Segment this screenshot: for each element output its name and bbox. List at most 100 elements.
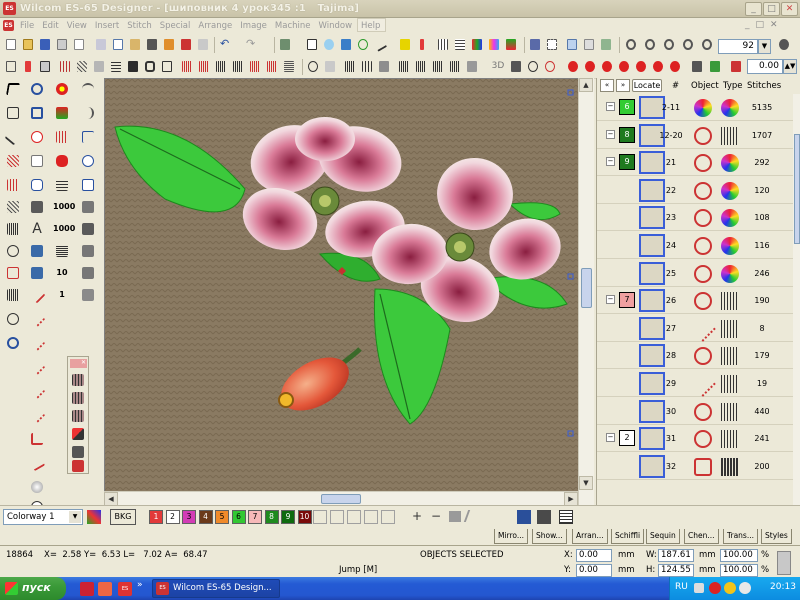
column-header-number[interactable]: # [672, 81, 679, 91]
color-next-icon[interactable] [583, 59, 597, 74]
double-run-icon[interactable] [214, 59, 228, 74]
text-icon[interactable]: A [28, 220, 46, 238]
object-row[interactable]: −8 12-20 1707 [597, 122, 793, 149]
wilcom-app-icon[interactable]: ES [3, 2, 16, 15]
spacing-icon[interactable] [377, 59, 391, 74]
zoom-input[interactable]: 92 [718, 39, 758, 54]
tray-app-icon[interactable] [694, 583, 704, 593]
menu-help[interactable]: Help [357, 18, 387, 32]
grid-settings-icon[interactable] [196, 37, 210, 52]
zoom-dropdown-arrow[interactable]: ▼ [758, 39, 771, 54]
thread-swatch-3[interactable]: 3 [182, 510, 196, 524]
thread-swatch-1[interactable]: 1 [149, 510, 163, 524]
add-color-icon[interactable]: + [412, 509, 422, 523]
float-tool-3-icon[interactable] [69, 407, 87, 425]
lines-icon[interactable] [28, 430, 46, 448]
monogram-icon[interactable] [28, 198, 46, 216]
menu-edit[interactable]: Edit [39, 19, 63, 31]
tab-arrange[interactable]: Arran... [572, 529, 608, 544]
quicklaunch-wilcom-icon[interactable]: ES [118, 582, 132, 596]
artistic-view-icon[interactable] [509, 59, 523, 74]
quicklaunch-flash-icon[interactable] [98, 582, 112, 596]
globe-icon[interactable] [28, 128, 46, 146]
color-sequence-icon[interactable] [559, 510, 573, 524]
trueview-icon[interactable] [526, 59, 540, 74]
expand-icon[interactable]: − [606, 129, 615, 139]
colorway-select[interactable]: Colorway 1 ▼ [3, 509, 83, 525]
group-color-badge[interactable]: 2 [619, 430, 635, 447]
copy-icon[interactable] [111, 37, 125, 52]
mdi-controls[interactable]: _□✕ [745, 20, 795, 30]
run-dots-icon[interactable] [28, 334, 46, 352]
thread-swatch-7[interactable]: 7 [248, 510, 262, 524]
show-hoop-icon[interactable] [582, 37, 596, 52]
stitch-edit-icon[interactable] [4, 176, 22, 194]
thread-swatch-6[interactable]: 6 [231, 510, 246, 524]
group-color-badge[interactable]: 8 [619, 126, 635, 143]
menu-machine[interactable]: Machine [272, 19, 316, 31]
thread-swatch-8[interactable]: 8 [264, 510, 279, 524]
empty-swatch[interactable] [381, 510, 395, 524]
object-row[interactable]: 22 120 [597, 177, 793, 204]
freehand-icon[interactable] [372, 37, 388, 52]
close-button[interactable]: ✕ [781, 2, 798, 16]
menu-window[interactable]: Window [316, 19, 358, 31]
rotate-icon[interactable] [398, 37, 412, 52]
object-row[interactable]: 28 179 [597, 342, 793, 370]
table-icon[interactable] [453, 37, 467, 52]
empty-swatch[interactable] [330, 510, 344, 524]
vertical-scrollbar[interactable]: ▲ ▼ [578, 78, 594, 505]
mirror-icon[interactable] [415, 37, 429, 52]
menu-stitch[interactable]: Stitch [124, 19, 156, 31]
sequin-icon[interactable] [651, 59, 665, 74]
run-line-icon[interactable] [28, 310, 46, 328]
hoop-icon[interactable] [4, 59, 18, 74]
hoop-tool-icon[interactable] [4, 310, 22, 328]
gradient-fill-icon[interactable] [414, 59, 428, 74]
bean-tool-icon[interactable] [28, 406, 46, 424]
menu-image[interactable]: Image [237, 19, 272, 31]
density-icon[interactable] [360, 59, 374, 74]
tatami-tool-icon[interactable] [53, 176, 71, 194]
bean-icon[interactable] [265, 59, 279, 74]
10-stitches-icon[interactable]: 10 [53, 264, 71, 282]
threads-icon[interactable] [504, 37, 518, 52]
tile-icon[interactable] [79, 242, 97, 260]
tab-schiffli[interactable]: Schiffli [611, 529, 645, 544]
outline-icon[interactable] [356, 37, 370, 52]
hoop-oval-icon[interactable] [4, 334, 22, 352]
menu-file[interactable]: File [17, 19, 39, 31]
blanket-icon[interactable] [248, 59, 262, 74]
tray-volume-icon[interactable] [739, 582, 751, 594]
object-row[interactable]: −9 21 292 [597, 149, 793, 177]
fill-icon[interactable] [339, 37, 353, 52]
trapunto-icon[interactable] [431, 59, 445, 74]
cut-icon[interactable] [94, 37, 108, 52]
empty-swatch[interactable] [364, 510, 378, 524]
new-icon[interactable] [4, 37, 18, 52]
flower-motif-icon[interactable] [53, 80, 71, 98]
quicklaunch-pdf-icon[interactable] [80, 582, 94, 596]
colors-icon[interactable] [470, 37, 484, 52]
locate-button[interactable]: Locate [632, 79, 662, 92]
show-grid-icon[interactable] [565, 37, 579, 52]
menu-arrange[interactable]: Arrange [195, 19, 237, 31]
ellipse-icon[interactable] [79, 152, 97, 170]
scroll-down-button[interactable]: ▼ [579, 476, 593, 490]
thread-swatch-10[interactable]: 10 [297, 510, 312, 524]
pattern-icon[interactable] [38, 59, 52, 74]
auto-digitize-icon[interactable] [278, 37, 292, 52]
angle-input[interactable]: 0.00 [747, 59, 783, 74]
wave-icon[interactable] [197, 59, 211, 74]
menu-insert[interactable]: Insert [92, 19, 124, 31]
group-color-badge[interactable]: 6 [619, 99, 635, 115]
object-row[interactable]: −2 31 241 [597, 425, 793, 453]
diagonal-icon[interactable] [28, 286, 46, 304]
bkg-button[interactable]: BKG [110, 509, 136, 525]
object-row[interactable]: 23 108 [597, 204, 793, 232]
branch-icon[interactable] [28, 454, 46, 472]
zoom-box-icon[interactable] [681, 37, 695, 52]
thread-swatch-5[interactable]: 5 [215, 510, 229, 524]
chevron-down-icon[interactable]: ▼ [69, 511, 81, 523]
scissors-icon[interactable] [4, 242, 22, 260]
